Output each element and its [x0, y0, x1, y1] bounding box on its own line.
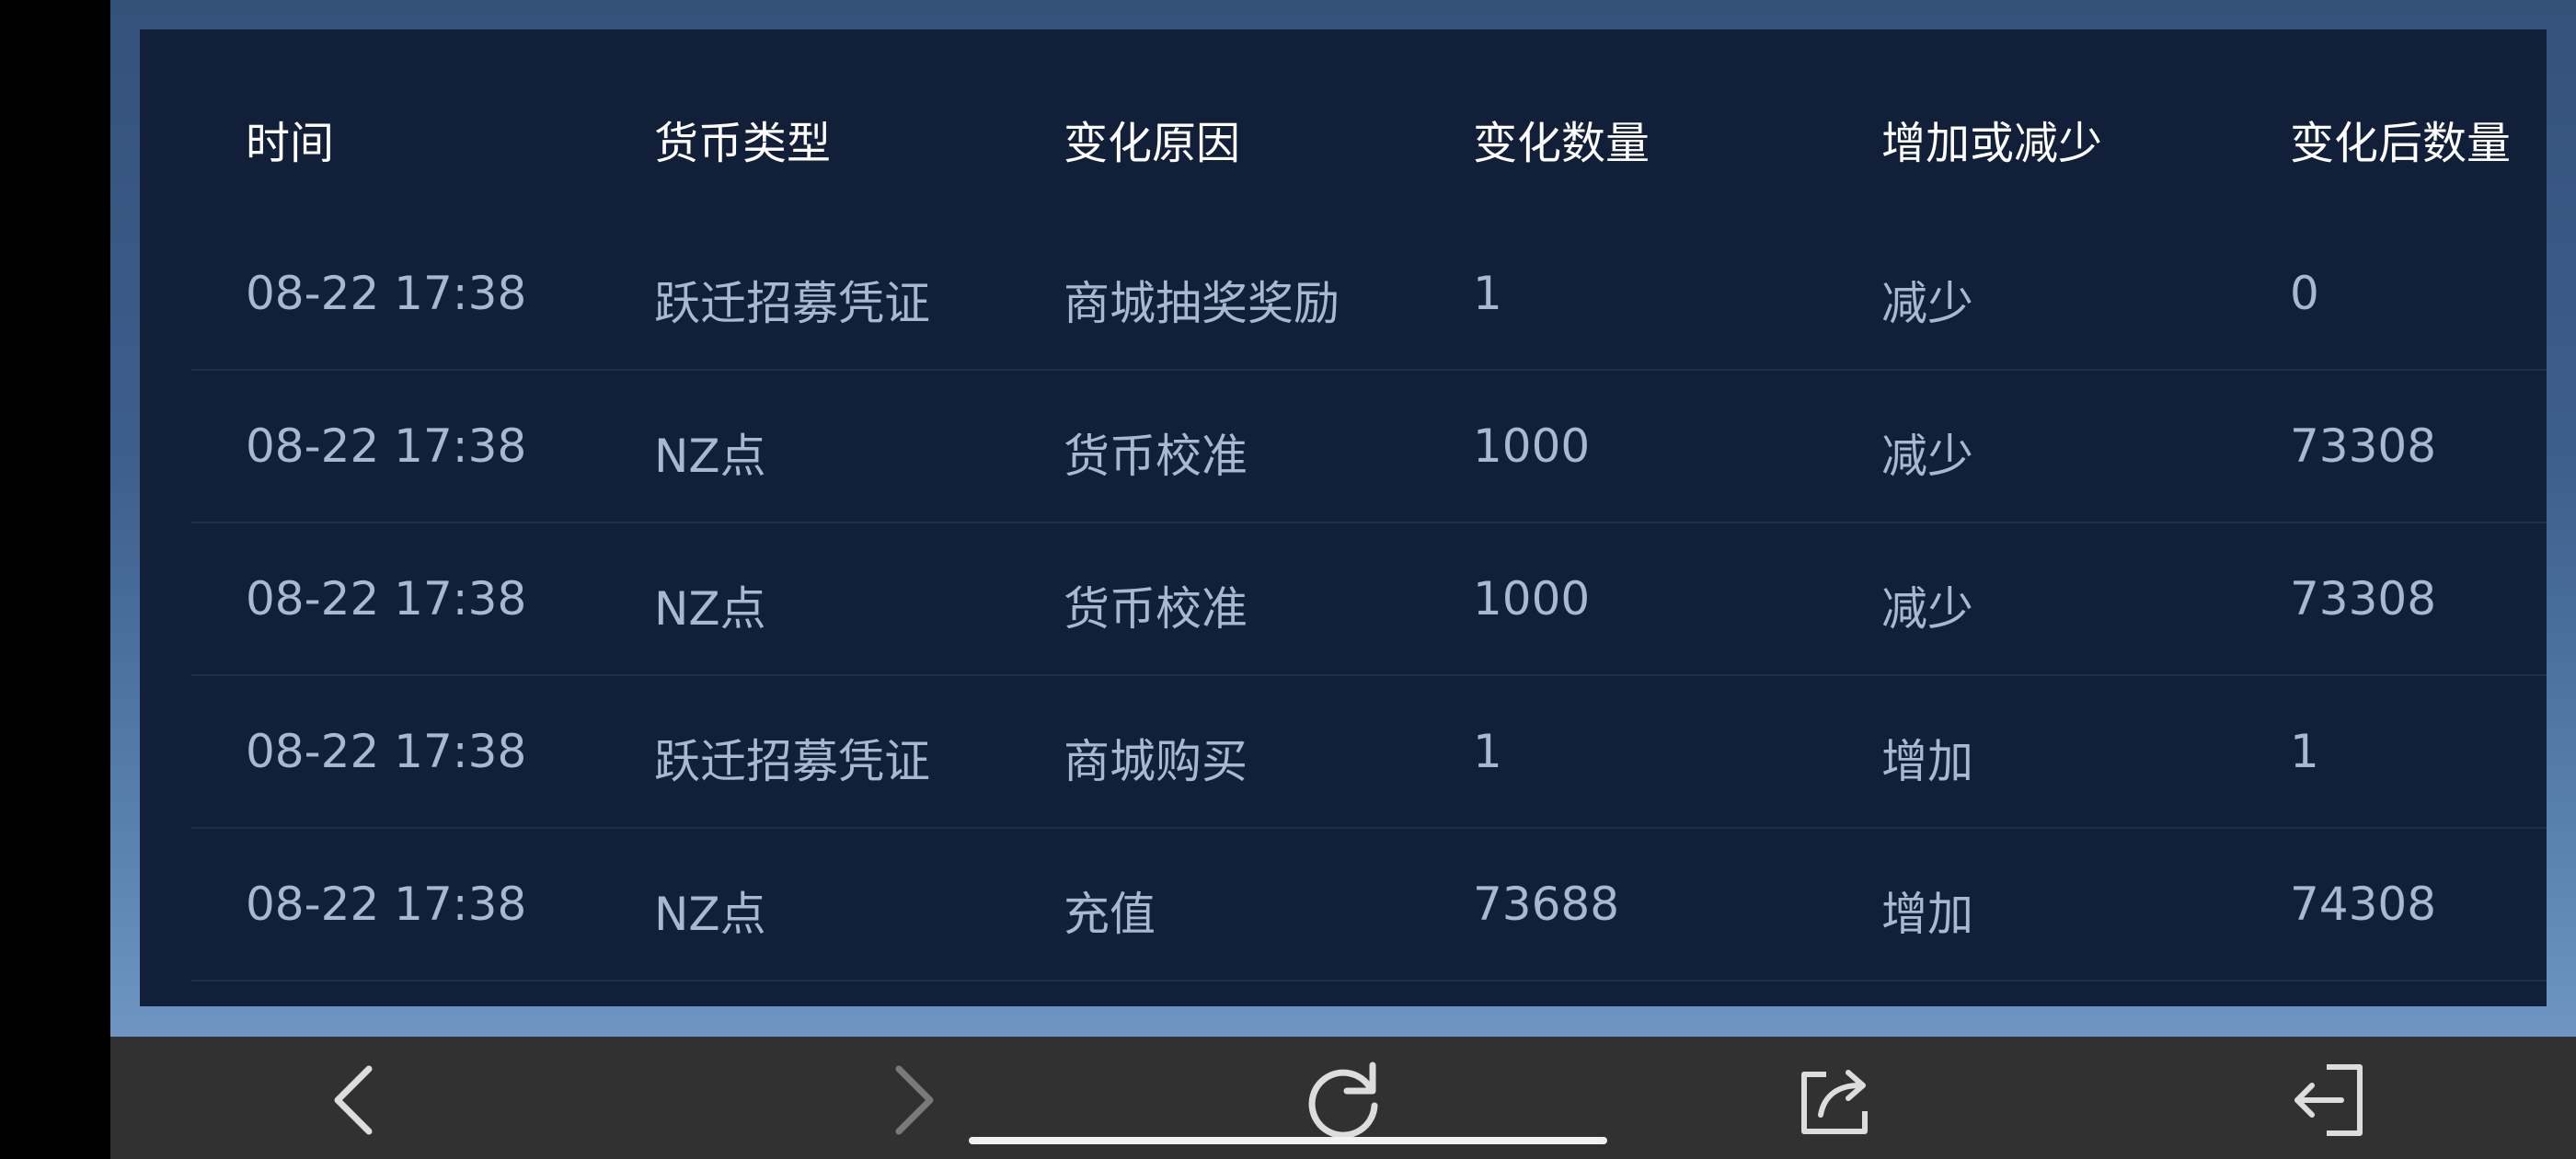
- table-row: 08-22 17:38 NZ点 货币校准 1000 减少 73308: [191, 522, 2547, 676]
- cell-amount-after: 0: [2290, 267, 2319, 320]
- cell-direction: 减少: [1881, 582, 1973, 636]
- cell-change-amount: 1: [1473, 267, 1502, 320]
- cell-currency-type: 跃迁招募凭证: [654, 277, 930, 330]
- cell-change-reason: 充值: [1064, 888, 1156, 941]
- chevron-left-icon: [334, 1065, 373, 1135]
- left-black-band: [0, 0, 110, 1159]
- cell-time: 08-22 17:38: [246, 572, 527, 625]
- cell-currency-type: NZ点: [654, 430, 766, 483]
- table-row: 08-22 17:38 NZ点 货币校准 1000 减少 73308: [191, 370, 2547, 523]
- screen: 时间 货币类型 变化原因 变化数量 增加或减少 变化后数量 08-22 17:3…: [0, 0, 2576, 1159]
- cell-change-reason: 商城购买: [1064, 735, 1248, 788]
- back-button[interactable]: [307, 1050, 408, 1151]
- cell-amount-after: 73308: [2290, 419, 2437, 473]
- cell-direction: 增加: [1881, 888, 1973, 941]
- table-row: 08-22 17:38 跃迁招募凭证 商城购买 1 增加 1: [191, 675, 2547, 829]
- header-currency-type: 货币类型: [654, 118, 832, 169]
- cell-amount-after: 74308: [2290, 878, 2437, 931]
- cell-time: 08-22 17:38: [246, 878, 527, 931]
- forward-button[interactable]: [859, 1050, 960, 1151]
- header-change-amount: 变化数量: [1473, 118, 1650, 169]
- cell-time: 08-22 17:38: [246, 725, 527, 778]
- chevron-right-icon: [895, 1065, 934, 1135]
- header-time: 时间: [246, 118, 335, 169]
- table-header: 时间 货币类型 变化原因 变化数量 增加或减少 变化后数量: [140, 29, 2547, 195]
- header-amount-after: 变化后数量: [2290, 118, 2512, 169]
- cell-change-reason: 货币校准: [1064, 430, 1248, 483]
- cell-change-amount: 1000: [1473, 419, 1591, 473]
- cell-direction: 减少: [1881, 430, 1973, 483]
- cell-time: 08-22 17:38: [246, 419, 527, 473]
- share-button[interactable]: [1785, 1050, 1886, 1151]
- table-row: 08-22 17:38 跃迁招募凭证 商城抽奖奖励 1 减少 0: [191, 217, 2547, 371]
- exit-icon: [2294, 1064, 2363, 1136]
- header-change-reason: 变化原因: [1064, 118, 1241, 169]
- currency-log-panel: 时间 货币类型 变化原因 变化数量 增加或减少 变化后数量 08-22 17:3…: [140, 29, 2547, 1006]
- cell-change-amount: 73688: [1473, 878, 1620, 931]
- share-icon: [1801, 1070, 1868, 1134]
- cell-change-reason: 商城抽奖奖励: [1064, 277, 1340, 330]
- cell-change-amount: 1000: [1473, 572, 1591, 625]
- cell-direction: 增加: [1881, 735, 1973, 788]
- exit-button[interactable]: [2280, 1050, 2381, 1151]
- cell-time: 08-22 17:38: [246, 267, 527, 320]
- cell-amount-after: 73308: [2290, 572, 2437, 625]
- refresh-icon: [1308, 1061, 1378, 1139]
- cell-currency-type: 跃迁招募凭证: [654, 735, 930, 788]
- cell-direction: 减少: [1881, 277, 1973, 330]
- cell-currency-type: NZ点: [654, 582, 766, 636]
- cell-amount-after: 1: [2290, 725, 2319, 778]
- cell-change-amount: 1: [1473, 725, 1502, 778]
- header-increase-or-decrease: 增加或减少: [1881, 118, 2103, 169]
- refresh-button[interactable]: [1293, 1050, 1394, 1151]
- home-indicator[interactable]: [969, 1137, 1607, 1144]
- table-row: 08-22 17:38 NZ点 充值 73688 增加 74308: [191, 828, 2547, 981]
- cell-currency-type: NZ点: [654, 888, 766, 941]
- cell-change-reason: 货币校准: [1064, 582, 1248, 636]
